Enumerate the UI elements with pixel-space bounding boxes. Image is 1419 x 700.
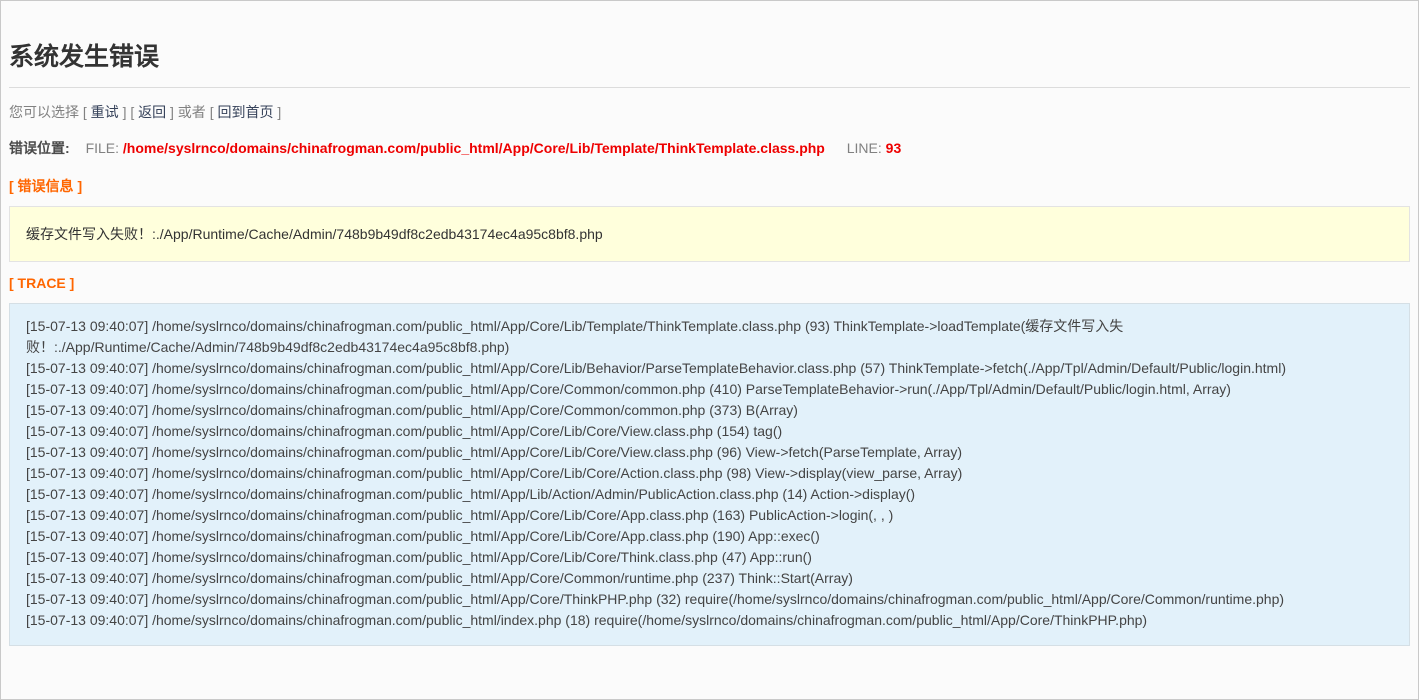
bracket-close: ]: [277, 104, 281, 120]
error-message-text: 缓存文件写入失败！:./App/Runtime/Cache/Admin/748b…: [26, 226, 603, 242]
action-links-row: 您可以选择 [ 重试 ] [ 返回 ] 或者 [ 回到首页 ]: [9, 104, 1410, 121]
trace-entry: [15-07-13 09:40:07] /home/syslrnco/domai…: [26, 316, 1393, 358]
trace-entry: [15-07-13 09:40:07] /home/syslrnco/domai…: [26, 379, 1393, 400]
trace-heading: [ TRACE ]: [9, 275, 1410, 292]
line-label: LINE:: [847, 140, 882, 156]
trace-entry: [15-07-13 09:40:07] /home/syslrnco/domai…: [26, 358, 1393, 379]
trace-entry: [15-07-13 09:40:07] /home/syslrnco/domai…: [26, 421, 1393, 442]
back-link[interactable]: 返回: [138, 104, 166, 120]
bracket-open: [: [83, 104, 87, 120]
file-path: /home/syslrnco/domains/chinafrogman.com/…: [123, 140, 825, 156]
actions-or-text: 或者: [178, 104, 206, 120]
error-location-label: 错误位置:: [9, 140, 70, 156]
file-label: FILE:: [86, 140, 119, 156]
trace-entry: [15-07-13 09:40:07] /home/syslrnco/domai…: [26, 526, 1393, 547]
title-divider: [9, 87, 1410, 88]
trace-entry: [15-07-13 09:40:07] /home/syslrnco/domai…: [26, 463, 1393, 484]
trace-entry: [15-07-13 09:40:07] /home/syslrnco/domai…: [26, 568, 1393, 589]
bracket-open: [: [210, 104, 214, 120]
trace-log-box: [15-07-13 09:40:07] /home/syslrnco/domai…: [9, 303, 1410, 646]
line-number: 93: [886, 140, 902, 156]
error-location-row: 错误位置: FILE: /home/syslrnco/domains/china…: [9, 140, 1410, 157]
retry-link[interactable]: 重试: [91, 104, 119, 120]
bracket-close: ]: [170, 104, 174, 120]
error-message-box: 缓存文件写入失败！:./App/Runtime/Cache/Admin/748b…: [9, 206, 1410, 263]
trace-entry: [15-07-13 09:40:07] /home/syslrnco/domai…: [26, 610, 1393, 631]
trace-entry: [15-07-13 09:40:07] /home/syslrnco/domai…: [26, 547, 1393, 568]
trace-entry: [15-07-13 09:40:07] /home/syslrnco/domai…: [26, 505, 1393, 526]
actions-prefix: 您可以选择: [9, 104, 79, 120]
trace-entry: [15-07-13 09:40:07] /home/syslrnco/domai…: [26, 442, 1393, 463]
error-info-heading: [ 错误信息 ]: [9, 178, 1410, 195]
error-page: 系统发生错误 您可以选择 [ 重试 ] [ 返回 ] 或者 [ 回到首页 ] 错…: [0, 0, 1419, 700]
bracket-close: ]: [123, 104, 127, 120]
bracket-open: [: [130, 104, 134, 120]
home-link[interactable]: 回到首页: [217, 104, 273, 120]
trace-entry: [15-07-13 09:40:07] /home/syslrnco/domai…: [26, 589, 1393, 610]
trace-entry: [15-07-13 09:40:07] /home/syslrnco/domai…: [26, 484, 1393, 505]
trace-entry: [15-07-13 09:40:07] /home/syslrnco/domai…: [26, 400, 1393, 421]
page-title: 系统发生错误: [9, 44, 1410, 70]
